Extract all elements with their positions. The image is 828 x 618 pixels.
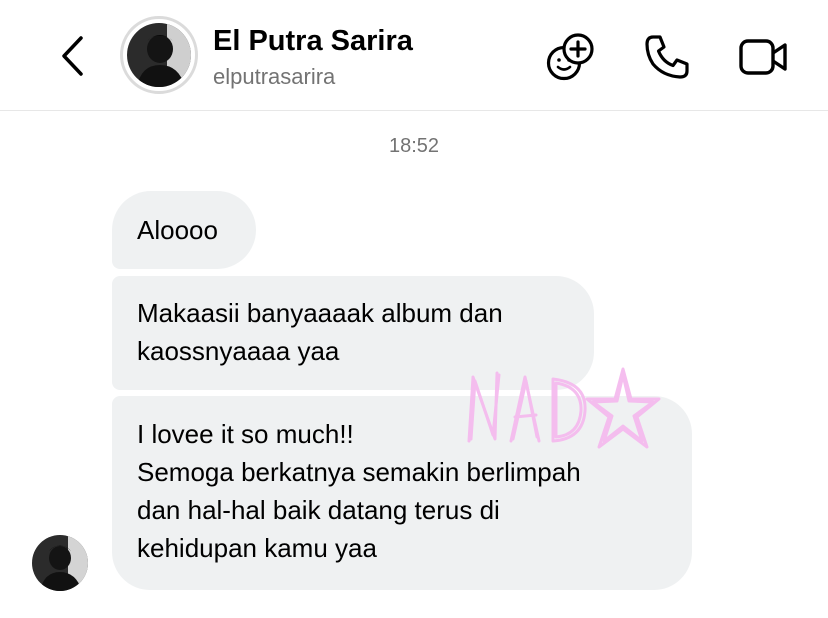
- add-friend-button[interactable]: [543, 30, 597, 84]
- chevron-left-icon: [62, 36, 83, 76]
- message-text: kehidupan kamu yaa: [137, 533, 377, 563]
- message-bubble[interactable]: Aloooo: [112, 191, 256, 269]
- contact-username: elputrasarira: [213, 64, 336, 89]
- sender-avatar[interactable]: [32, 535, 88, 591]
- chat-screen: El Putra Sarira elputrasarira 18:52 Aloo…: [0, 0, 828, 618]
- message-timestamp: 18:52: [388, 135, 440, 157]
- phone-icon: [645, 35, 689, 79]
- chat-header: El Putra Sarira elputrasarira: [0, 0, 828, 111]
- header-avatar[interactable]: [120, 16, 198, 94]
- call-button[interactable]: [640, 30, 694, 84]
- profile-photo: [127, 23, 191, 87]
- back-button[interactable]: [50, 34, 94, 78]
- nada-watermark: [467, 367, 661, 449]
- message-text: Makaasii banyaaaak album dan: [137, 298, 503, 328]
- contact-name: El Putra Sarira: [213, 25, 413, 57]
- message-text: Aloooo: [137, 215, 218, 245]
- video-call-button[interactable]: [737, 30, 791, 84]
- add-friend-icon: [546, 33, 594, 81]
- message-text: dan hal-hal baik datang terus di: [137, 495, 500, 525]
- video-call-icon: [739, 39, 787, 75]
- chat-title[interactable]: El Putra Sarira elputrasarira: [213, 24, 413, 92]
